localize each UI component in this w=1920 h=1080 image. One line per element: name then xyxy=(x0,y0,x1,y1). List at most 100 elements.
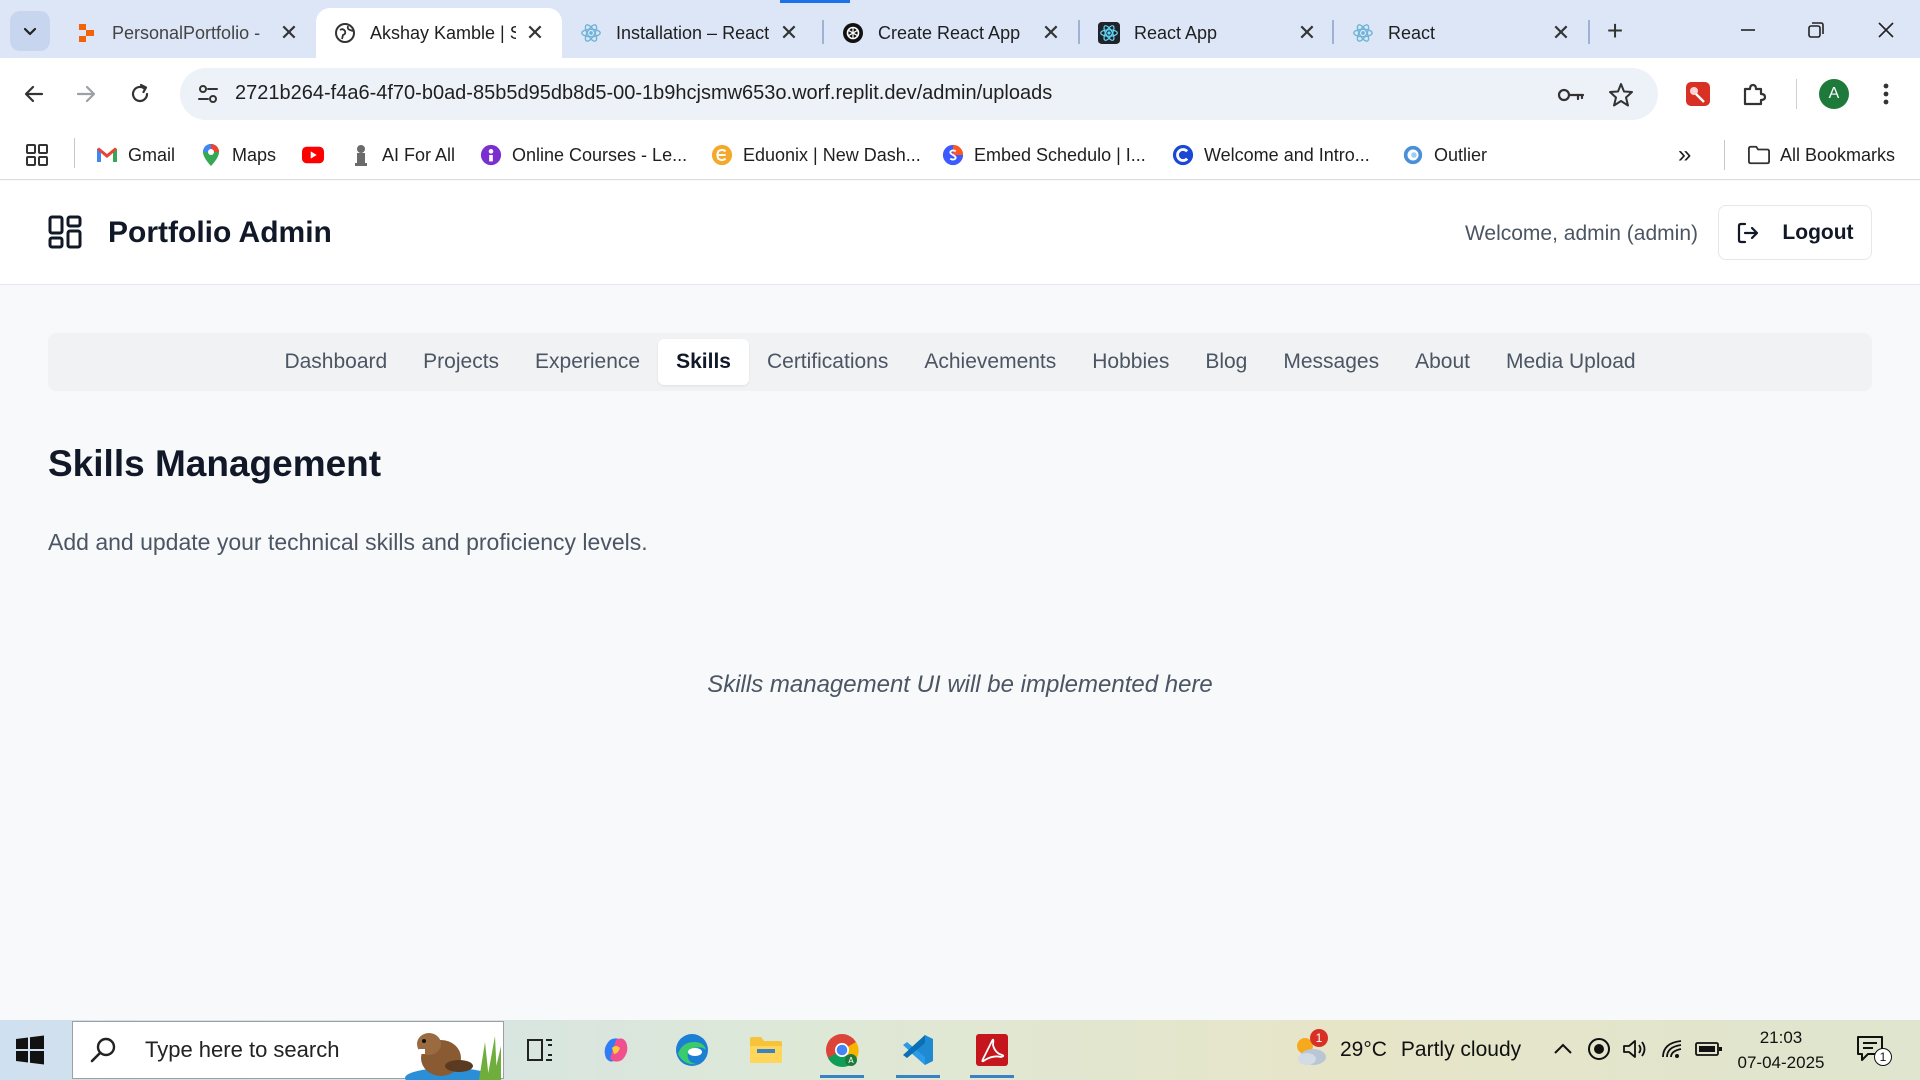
weather-widget[interactable]: 1 29°C Partly cloudy xyxy=(1292,1029,1522,1070)
restore-button[interactable] xyxy=(1788,8,1844,52)
vscode-icon[interactable] xyxy=(892,1026,944,1078)
tab-title: Installation – React xyxy=(616,22,770,43)
app-header: Portfolio Admin Welcome, admin (admin) L… xyxy=(0,181,1920,285)
system-clock[interactable]: 21:03 07-04-2025 xyxy=(1736,1025,1826,1075)
browser-tab[interactable]: PersonalPortfolio - ✕ xyxy=(58,8,316,58)
partly-cloudy-icon: 1 xyxy=(1292,1029,1328,1067)
weather-badge: 1 xyxy=(1310,1029,1328,1047)
close-tab-icon[interactable]: ✕ xyxy=(278,20,300,45)
tab-dashboard[interactable]: Dashboard xyxy=(266,339,405,385)
tab-messages[interactable]: Messages xyxy=(1265,339,1397,385)
bookmark-item[interactable]: AI For All xyxy=(350,140,455,170)
eduonix-icon xyxy=(711,144,733,166)
restore-icon xyxy=(1808,22,1824,38)
back-button[interactable] xyxy=(14,74,54,114)
record-icon[interactable] xyxy=(1584,1034,1614,1064)
bookmark-label: Outlier xyxy=(1434,144,1488,165)
browser-tab[interactable]: Create React App ✕ xyxy=(824,8,1078,58)
dashboard-layout-icon xyxy=(48,215,82,249)
file-explorer-icon[interactable] xyxy=(740,1026,792,1074)
apps-grid-icon xyxy=(26,144,48,166)
tab-title: Create React App xyxy=(878,22,1021,43)
placeholder-text: Skills management UI will be implemented… xyxy=(707,671,1213,698)
bookmark-label: Eduonix | New Dash... xyxy=(743,144,921,165)
weather-description: Partly cloudy xyxy=(1400,1038,1522,1061)
tab-hobbies[interactable]: Hobbies xyxy=(1074,339,1187,385)
search-icon xyxy=(90,1037,116,1063)
close-tab-icon[interactable]: ✕ xyxy=(1296,20,1318,45)
logout-button[interactable]: Logout xyxy=(1718,205,1872,260)
tab-achievements[interactable]: Achievements xyxy=(906,339,1074,385)
reload-button[interactable] xyxy=(120,74,160,114)
show-hidden-icons-chevron-icon[interactable] xyxy=(1548,1034,1578,1064)
site-info-icon[interactable] xyxy=(194,80,222,108)
minimize-button[interactable] xyxy=(1720,8,1776,52)
edge-icon[interactable] xyxy=(666,1026,718,1074)
battery-icon[interactable] xyxy=(1694,1034,1724,1064)
admin-nav-tabs: Dashboard Projects Experience Skills Cer… xyxy=(48,333,1872,391)
react-icon xyxy=(1352,22,1374,44)
page-description: Add and update your technical skills and… xyxy=(48,529,648,555)
copilot-icon[interactable] xyxy=(590,1026,642,1074)
close-tab-icon[interactable]: ✕ xyxy=(1550,20,1572,45)
browser-tab-active[interactable]: Akshay Kamble | S ✕ xyxy=(316,8,562,58)
tab-projects[interactable]: Projects xyxy=(405,339,517,385)
tab-experience[interactable]: Experience xyxy=(517,339,658,385)
new-tab-button[interactable]: + xyxy=(1598,14,1632,48)
tab-certifications[interactable]: Certifications xyxy=(749,339,906,385)
windows-taskbar: Type here to search A 1 29°C Partly clou… xyxy=(0,1020,1920,1080)
bookmark-item[interactable]: Welcome and Intro... xyxy=(1172,140,1370,170)
chrome-icon[interactable]: A xyxy=(816,1026,868,1078)
notification-center[interactable]: 1 xyxy=(1856,1034,1892,1068)
logout-icon xyxy=(1738,222,1759,243)
windows-start-icon[interactable] xyxy=(14,1034,46,1066)
bookmark-label: Maps xyxy=(232,144,277,165)
svg-text:A: A xyxy=(848,1056,854,1065)
page-title: Skills Management xyxy=(48,443,382,484)
volume-icon[interactable] xyxy=(1620,1034,1650,1064)
tab-blog[interactable]: Blog xyxy=(1187,339,1265,385)
extensions-puzzle-icon[interactable] xyxy=(1734,74,1774,114)
close-tab-icon[interactable]: ✕ xyxy=(524,20,546,45)
password-key-icon[interactable] xyxy=(1556,80,1586,110)
browser-tab[interactable]: React App ✕ xyxy=(1080,8,1334,58)
close-tab-icon[interactable]: ✕ xyxy=(778,20,800,45)
tab-media-upload[interactable]: Media Upload xyxy=(1488,339,1654,385)
address-bar[interactable]: 2721b264-f4a6-4f70-b0ad-85b5d95db8d5-00-… xyxy=(180,68,1658,120)
close-window-button[interactable] xyxy=(1858,8,1914,52)
browser-tab[interactable]: React ✕ xyxy=(1334,8,1588,58)
bookmark-item[interactable]: Outlier xyxy=(1402,140,1487,170)
more-menu-icon[interactable] xyxy=(1866,74,1906,114)
bookmark-label: Online Courses - Le... xyxy=(512,144,688,165)
bookmark-item[interactable]: Maps xyxy=(200,140,276,170)
bookmark-label: Welcome and Intro... xyxy=(1204,144,1370,165)
acrobat-icon[interactable] xyxy=(966,1026,1018,1078)
bookmark-item[interactable]: Gmail xyxy=(96,140,175,170)
bookmark-item[interactable]: Eduonix | New Dash... xyxy=(711,140,921,170)
tab-about[interactable]: About xyxy=(1397,339,1488,385)
youtube-icon xyxy=(302,144,324,166)
profile-avatar[interactable]: A xyxy=(1819,79,1849,109)
c-icon xyxy=(1172,144,1194,166)
star-bookmark-icon[interactable] xyxy=(1606,80,1636,110)
tab-title: PersonalPortfolio - xyxy=(112,22,261,43)
browser-tab[interactable]: Installation – React ✕ xyxy=(562,8,816,58)
more-bookmarks-button[interactable]: » xyxy=(1678,140,1691,170)
wifi-icon[interactable] xyxy=(1658,1034,1688,1064)
bookmark-item[interactable] xyxy=(302,140,334,170)
tab-skills[interactable]: Skills xyxy=(658,339,749,385)
taskbar-search[interactable]: Type here to search xyxy=(72,1021,504,1080)
bookmark-item[interactable]: Embed Schedulo | I... xyxy=(942,140,1146,170)
bookmark-item[interactable]: Online Courses - Le... xyxy=(480,140,687,170)
close-tab-icon[interactable]: ✕ xyxy=(1040,20,1062,45)
tab-search-button[interactable] xyxy=(10,11,50,51)
extension-icon[interactable] xyxy=(1678,74,1718,114)
all-bookmarks-button[interactable]: All Bookmarks xyxy=(1748,140,1895,170)
bookmarks-apps-divider xyxy=(74,138,75,168)
apps-button[interactable] xyxy=(26,140,58,170)
weather-temperature: 29°C xyxy=(1340,1038,1387,1061)
url-text[interactable]: 2721b264-f4a6-4f70-b0ad-85b5d95db8d5-00-… xyxy=(235,82,1052,105)
forward-button[interactable] xyxy=(66,74,106,114)
task-view-icon[interactable] xyxy=(514,1026,566,1074)
bookmark-label: Gmail xyxy=(128,144,176,165)
